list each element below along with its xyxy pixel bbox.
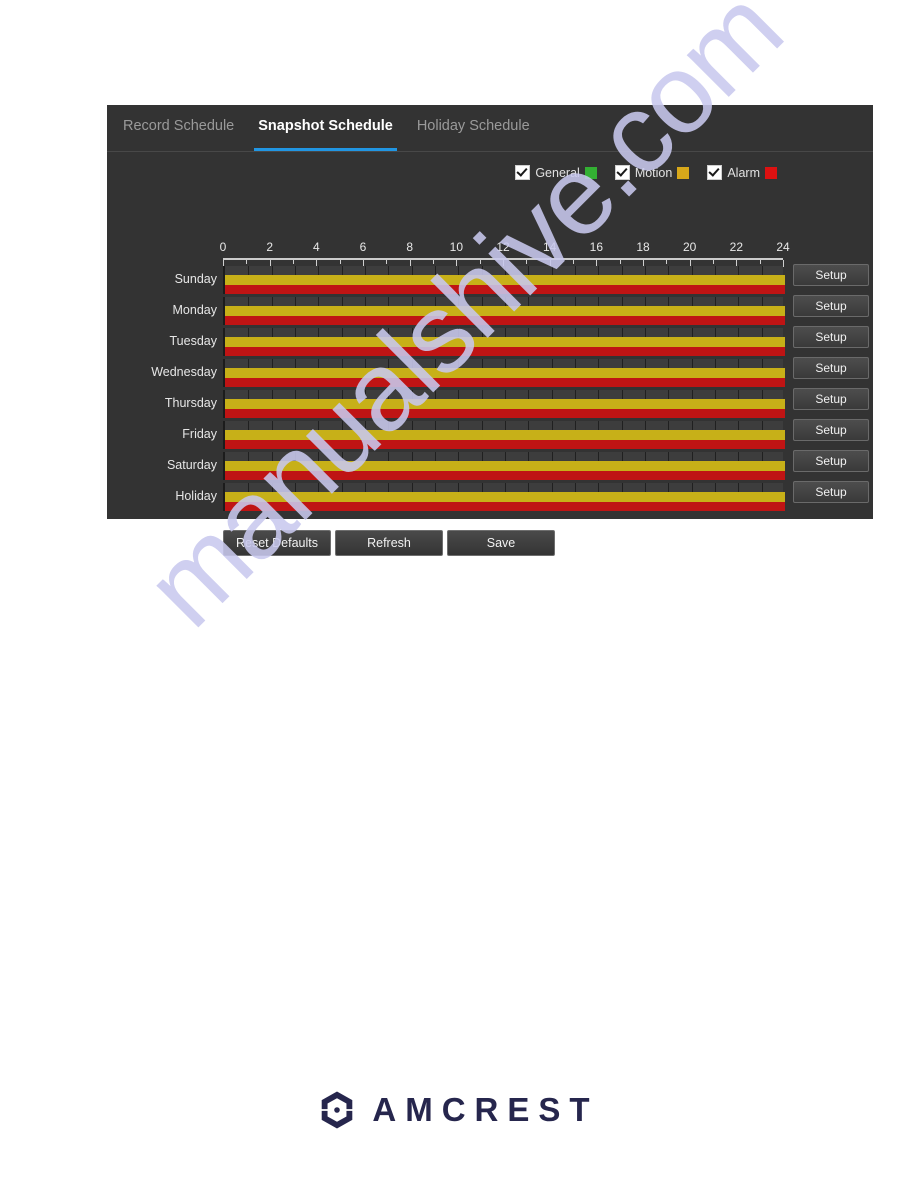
timeline-row: Sunday xyxy=(175,266,785,297)
timeline-track-tuesday[interactable] xyxy=(223,328,785,356)
schedule-bar-motion[interactable] xyxy=(225,430,785,440)
snapshot-schedule-panel: Record Schedule Snapshot Schedule Holiday … xyxy=(107,105,873,556)
axis-tick-15 xyxy=(573,260,574,264)
axis-tick-11 xyxy=(480,260,481,264)
axis-label-14: 14 xyxy=(542,240,557,254)
axis-label-0: 0 xyxy=(219,240,227,254)
axis-label-8: 8 xyxy=(406,240,413,254)
schedule-bar-motion[interactable] xyxy=(225,492,785,502)
timeline-track-friday[interactable] xyxy=(223,421,785,449)
panel-body: General Motion Alarm 0 2 4 6 8 10 12 14 16 18 20 22 24… xyxy=(107,152,873,556)
day-label-sunday: Sunday xyxy=(174,272,217,286)
timeline-row: Wednesday xyxy=(151,359,785,390)
axis-tick-9 xyxy=(433,260,434,264)
axis-tick-21 xyxy=(713,260,714,264)
setup-button-thursday[interactable]: Setup xyxy=(793,388,869,410)
schedule-bar-alarm[interactable] xyxy=(225,440,785,449)
schedule-bar-alarm[interactable] xyxy=(225,471,785,480)
refresh-button[interactable]: Refresh xyxy=(335,530,443,556)
day-label-holiday: Holiday xyxy=(175,489,217,503)
tab-record-schedule[interactable]: Record Schedule xyxy=(111,105,246,151)
schedule-bar-motion[interactable] xyxy=(225,368,785,378)
schedule-bar-motion[interactable] xyxy=(225,306,785,316)
save-button[interactable]: Save xyxy=(447,530,555,556)
timeline-track-monday[interactable] xyxy=(223,297,785,325)
axis-tick-3 xyxy=(293,260,294,264)
axis-tick-13 xyxy=(526,260,527,264)
axis-label-6: 6 xyxy=(359,240,367,254)
tab-holiday-schedule[interactable]: Holiday Schedule xyxy=(405,105,542,151)
setup-button-column: Setup Setup Setup Setup Setup Setup Setup Setup xyxy=(793,264,873,512)
axis-tick-5 xyxy=(340,260,341,264)
tab-snapshot-schedule[interactable]: Snapshot Schedule xyxy=(246,105,405,151)
timeline-rows: Sunday Monday Tuesday Wednesday Thursday Frid… xyxy=(151,266,785,514)
schedule-timeline: 0 2 4 6 8 10 12 14 16 18 20 22 24 Sunday Monday Tuesda… xyxy=(107,152,873,520)
timeline-row: Tuesday xyxy=(170,328,785,359)
schedule-bar-alarm[interactable] xyxy=(225,378,785,387)
timeline-track-sunday[interactable] xyxy=(223,266,785,294)
day-label-wednesday: Wednesday xyxy=(151,365,217,379)
schedule-bar-alarm[interactable] xyxy=(225,285,785,294)
axis-label-12: 12 xyxy=(496,240,510,254)
setup-button-wednesday[interactable]: Setup xyxy=(793,357,869,379)
tab-bar: Record Schedule Snapshot Schedule Holiday … xyxy=(107,105,873,152)
axis-tick-7 xyxy=(386,260,387,264)
axis-label-24: 24 xyxy=(776,240,790,254)
day-label-tuesday: Tuesday xyxy=(169,334,217,348)
timeline-track-wednesday[interactable] xyxy=(223,359,785,387)
tab-list: Record Schedule Snapshot Schedule Holiday … xyxy=(107,105,873,151)
axis-label-10: 10 xyxy=(449,240,464,254)
axis-tick-1 xyxy=(246,260,247,264)
axis-label-18: 18 xyxy=(636,240,650,254)
axis-tick-23 xyxy=(760,260,761,264)
setup-button-sunday[interactable]: Setup xyxy=(793,264,869,286)
timeline-row: Monday xyxy=(173,297,785,328)
schedule-bar-motion[interactable] xyxy=(225,337,785,347)
timeline-row: Holiday xyxy=(175,483,785,514)
axis-label-20: 20 xyxy=(682,240,697,254)
schedule-bar-motion[interactable] xyxy=(225,399,785,409)
schedule-bar-alarm[interactable] xyxy=(225,347,785,356)
schedule-bar-motion[interactable] xyxy=(225,275,785,285)
timeline-row: Friday xyxy=(182,421,785,452)
schedule-bar-alarm[interactable] xyxy=(225,502,785,511)
timeline-axis-labels: 0 2 4 6 8 10 12 14 16 18 20 22 24 xyxy=(219,240,790,260)
day-label-saturday: Saturday xyxy=(166,458,217,472)
day-label-monday: Monday xyxy=(172,303,217,317)
schedule-bar-motion[interactable] xyxy=(225,461,785,471)
timeline-row: Saturday xyxy=(167,452,785,483)
timeline-track-thursday[interactable] xyxy=(223,390,785,418)
brand-wordmark: AMCREST xyxy=(372,1091,599,1128)
row-separator xyxy=(223,511,783,514)
setup-button-saturday[interactable]: Setup xyxy=(793,450,869,472)
axis-tick-24 xyxy=(783,260,784,267)
schedule-bar-alarm[interactable] xyxy=(225,409,785,418)
footer-branding: AMCREST xyxy=(0,1090,918,1130)
reset-defaults-button[interactable]: Reset Defaults xyxy=(223,530,331,556)
day-label-thursday: Thursday xyxy=(164,396,217,410)
setup-button-friday[interactable]: Setup xyxy=(793,419,869,441)
schedule-bar-alarm[interactable] xyxy=(225,316,785,325)
axis-label-4: 4 xyxy=(312,240,320,254)
setup-button-holiday[interactable]: Setup xyxy=(793,481,869,503)
timeline-track-saturday[interactable] xyxy=(223,452,785,480)
setup-button-tuesday[interactable]: Setup xyxy=(793,326,869,348)
day-label-friday: Friday xyxy=(182,427,217,441)
setup-button-monday[interactable]: Setup xyxy=(793,295,869,317)
axis-tick-17 xyxy=(620,260,621,264)
axis-tick-19 xyxy=(666,260,667,264)
timeline-row: Thursday xyxy=(165,390,785,421)
action-button-bar: Reset Defaults Refresh Save xyxy=(223,530,555,556)
axis-label-2: 2 xyxy=(266,240,273,254)
timeline-track-holiday[interactable] xyxy=(223,483,785,511)
axis-label-16: 16 xyxy=(589,240,604,254)
amcrest-hexagon-logo-icon xyxy=(322,1091,353,1129)
axis-label-22: 22 xyxy=(729,240,744,254)
